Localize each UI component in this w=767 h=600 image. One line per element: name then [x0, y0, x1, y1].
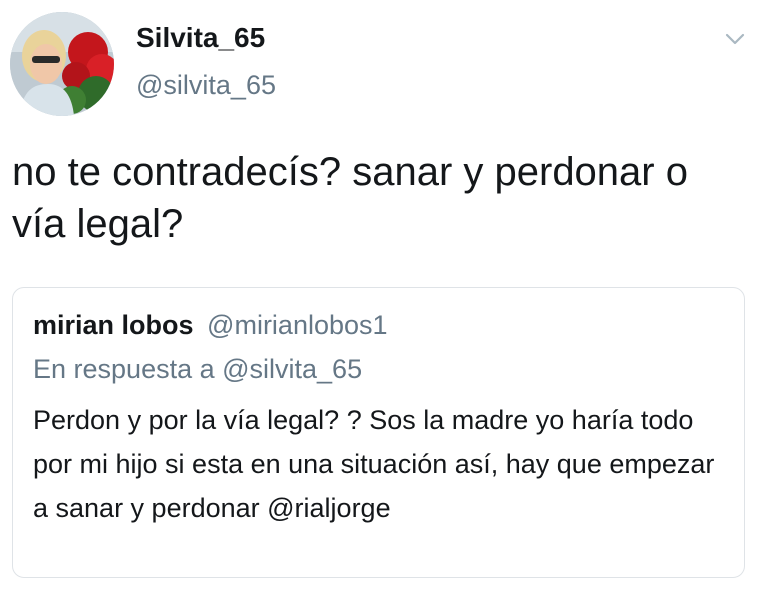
quoted-tweet[interactable]: mirian lobos @mirianlobos1 En respuesta … — [12, 287, 745, 578]
user-handle[interactable]: @silvita_65 — [136, 70, 276, 101]
reply-context: En respuesta a @silvita_65 — [33, 354, 363, 384]
display-name[interactable]: Silvita_65 — [136, 22, 265, 54]
avatar[interactable] — [10, 12, 114, 116]
chevron-down-icon[interactable] — [723, 30, 747, 48]
quoted-user-handle: @mirianlobos1 — [207, 310, 388, 340]
tweet-card: Silvita_65 @silvita_65 no te contradecís… — [0, 0, 767, 600]
tweet-text: no te contradecís? sanar y perdonar o ví… — [12, 150, 688, 246]
quoted-display-name: mirian lobos — [33, 310, 194, 340]
avatar-photo — [10, 12, 114, 116]
quoted-tweet-text: Perdon y por la vía legal? ? Sos la madr… — [33, 405, 715, 523]
quoted-tweet-header: mirian lobos @mirianlobos1 — [33, 310, 388, 341]
